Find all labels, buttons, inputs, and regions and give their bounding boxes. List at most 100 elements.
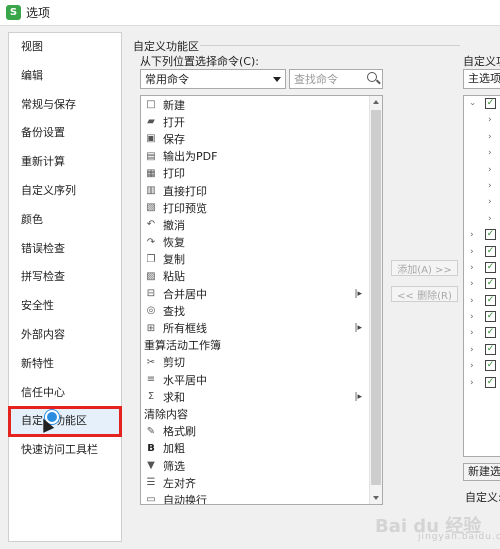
tab-checkbox[interactable]: ✓ — [485, 311, 496, 323]
tree-row[interactable]: › — [464, 178, 500, 194]
command-label: 加粗 — [163, 442, 185, 456]
main-tabs-dropdown[interactable]: 主选项 — [463, 69, 500, 89]
command-item[interactable]: 重算活动工作簿 — [141, 337, 382, 354]
tab-checkbox[interactable]: ✓ — [485, 229, 496, 241]
remove-command-button[interactable]: << 删除(R) — [391, 286, 458, 302]
command-item[interactable]: ✂ 剪切 — [141, 354, 382, 371]
tree-row[interactable]: › — [464, 162, 500, 178]
command-item[interactable]: ▼ 筛选 — [141, 457, 382, 474]
command-item[interactable]: □ 新建 — [141, 96, 382, 113]
tree-row[interactable]: › ✓ — [464, 293, 500, 309]
command-item[interactable]: ≡ 水平居中 — [141, 371, 382, 388]
expand-icon[interactable]: › — [470, 296, 474, 306]
tree-row[interactable]: › — [464, 145, 500, 161]
tree-row[interactable]: › ✓ — [464, 96, 500, 112]
command-item[interactable]: ↷ 恢复 — [141, 234, 382, 251]
command-item[interactable]: ☰ 左对齐 — [141, 474, 382, 491]
tab-checkbox[interactable]: ✓ — [485, 294, 496, 306]
expand-icon[interactable]: › — [470, 230, 474, 240]
expand-icon[interactable]: › — [488, 115, 492, 125]
command-item[interactable]: ↶ 撤消 — [141, 216, 382, 233]
tree-row[interactable]: › — [464, 112, 500, 128]
expand-icon[interactable]: › — [470, 312, 474, 322]
tree-row[interactable]: › ✓ — [464, 276, 500, 292]
sidebar-item[interactable]: 外部内容 — [9, 321, 121, 350]
tree-row[interactable]: › ✓ — [464, 244, 500, 260]
sidebar-item[interactable]: 信任中心 — [9, 379, 121, 408]
command-item[interactable]: ▥ 直接打印 — [141, 182, 382, 199]
tree-row[interactable]: › ✓ — [464, 227, 500, 243]
tree-row[interactable]: › ✓ — [464, 342, 500, 358]
sidebar-item[interactable]: 自定义序列 — [9, 177, 121, 206]
command-item[interactable]: ▦ 打印 — [141, 165, 382, 182]
tab-checkbox[interactable]: ✓ — [485, 327, 496, 339]
command-item[interactable]: ⊟ 合并居中 |▸ — [141, 285, 382, 302]
expand-icon[interactable]: › — [488, 197, 492, 207]
chevron-down-icon — [273, 77, 281, 82]
sidebar-item[interactable]: 备份设置 — [9, 119, 121, 148]
tab-checkbox[interactable]: ✓ — [485, 98, 496, 109]
expand-icon[interactable]: › — [470, 279, 474, 289]
command-list[interactable]: □ 新建 ▰ 打开 ▣ 保存 ▤ 输出为PDF ▦ 打印 ▥ 直接打印 ▧ 打印预览 ↶ 撤消 ↷ 恢复 ❐ 复制 ▨ 粘… — [140, 95, 383, 505]
expand-icon[interactable]: › — [488, 214, 492, 224]
scroll-down-icon[interactable] — [373, 496, 379, 500]
command-item[interactable]: ▣ 保存 — [141, 130, 382, 147]
command-item[interactable]: B 加粗 — [141, 440, 382, 457]
tree-row[interactable]: › — [464, 129, 500, 145]
expand-icon[interactable]: › — [470, 263, 474, 273]
sidebar-item[interactable]: 重新计算 — [9, 148, 121, 177]
command-item[interactable]: ▤ 输出为PDF — [141, 148, 382, 165]
sidebar-item[interactable]: 编辑 — [9, 62, 121, 91]
command-item[interactable]: ❐ 复制 — [141, 251, 382, 268]
command-item[interactable]: ✎ 格式刷 — [141, 423, 382, 440]
expand-icon[interactable]: › — [488, 165, 492, 175]
new-tab-button[interactable]: 新建选 — [463, 463, 500, 481]
ribbon-tabs-tree[interactable]: › ✓ › › › › › › › › ✓ › ✓ › ✓ › ✓ › ✓ › ✓ › ✓ › ✓ › ✓ › ✓ — [463, 95, 500, 457]
expand-icon[interactable]: › — [488, 148, 492, 158]
tab-checkbox[interactable]: ✓ — [485, 245, 496, 257]
expand-icon[interactable]: › — [488, 132, 492, 142]
scroll-up-icon[interactable] — [373, 100, 379, 104]
tab-checkbox[interactable]: ✓ — [485, 261, 496, 273]
sidebar-item[interactable]: 安全性 — [9, 292, 121, 321]
expand-icon[interactable]: › — [470, 247, 474, 257]
command-item[interactable]: ▨ 粘贴 — [141, 268, 382, 285]
tree-row[interactable]: › ✓ — [464, 358, 500, 374]
sidebar-item[interactable]: 新特性 — [9, 350, 121, 379]
command-list-scrollbar[interactable] — [369, 96, 382, 504]
scroll-thumb[interactable] — [371, 110, 381, 485]
sidebar-item[interactable]: 拼写检查 — [9, 263, 121, 292]
tree-row[interactable]: › ✓ — [464, 375, 500, 391]
sidebar-item[interactable]: 自定义功能区 — [8, 406, 122, 438]
sidebar-item[interactable]: 常规与保存 — [9, 91, 121, 120]
command-item[interactable]: ▰ 打开 — [141, 113, 382, 130]
expand-icon[interactable]: › — [470, 378, 474, 388]
sidebar-item[interactable]: 颜色 — [9, 206, 121, 235]
tree-row[interactable]: › ✓ — [464, 309, 500, 325]
collapse-icon[interactable]: › — [467, 102, 477, 106]
tab-checkbox[interactable]: ✓ — [485, 376, 496, 388]
expand-icon[interactable]: › — [470, 328, 474, 338]
sidebar-item[interactable]: 视图 — [9, 33, 121, 62]
command-item[interactable]: ⊞ 所有框线 |▸ — [141, 319, 382, 336]
command-item[interactable]: ▭ 自动换行 — [141, 491, 382, 504]
tab-checkbox[interactable]: ✓ — [485, 278, 496, 290]
search-icon[interactable] — [367, 72, 377, 82]
expand-icon[interactable]: › — [470, 361, 474, 371]
tab-checkbox[interactable]: ✓ — [485, 360, 496, 372]
command-item[interactable]: 清除内容 — [141, 405, 382, 422]
tree-row[interactable]: › ✓ — [464, 325, 500, 341]
sidebar-item[interactable]: 错误检查 — [9, 235, 121, 264]
tab-checkbox[interactable]: ✓ — [485, 343, 496, 355]
tree-row[interactable]: › — [464, 194, 500, 210]
command-item[interactable]: ◎ 查找 — [141, 302, 382, 319]
command-source-dropdown[interactable]: 常用命令 — [140, 69, 286, 89]
command-item[interactable]: Σ 求和 |▸ — [141, 388, 382, 405]
add-command-button[interactable]: 添加(A) >> — [391, 260, 458, 276]
tree-row[interactable]: › — [464, 211, 500, 227]
sidebar-item[interactable]: 快速访问工具栏 — [9, 436, 121, 465]
tree-row[interactable]: › ✓ — [464, 260, 500, 276]
command-item[interactable]: ▧ 打印预览 — [141, 199, 382, 216]
expand-icon[interactable]: › — [470, 345, 474, 355]
expand-icon[interactable]: › — [488, 181, 492, 191]
